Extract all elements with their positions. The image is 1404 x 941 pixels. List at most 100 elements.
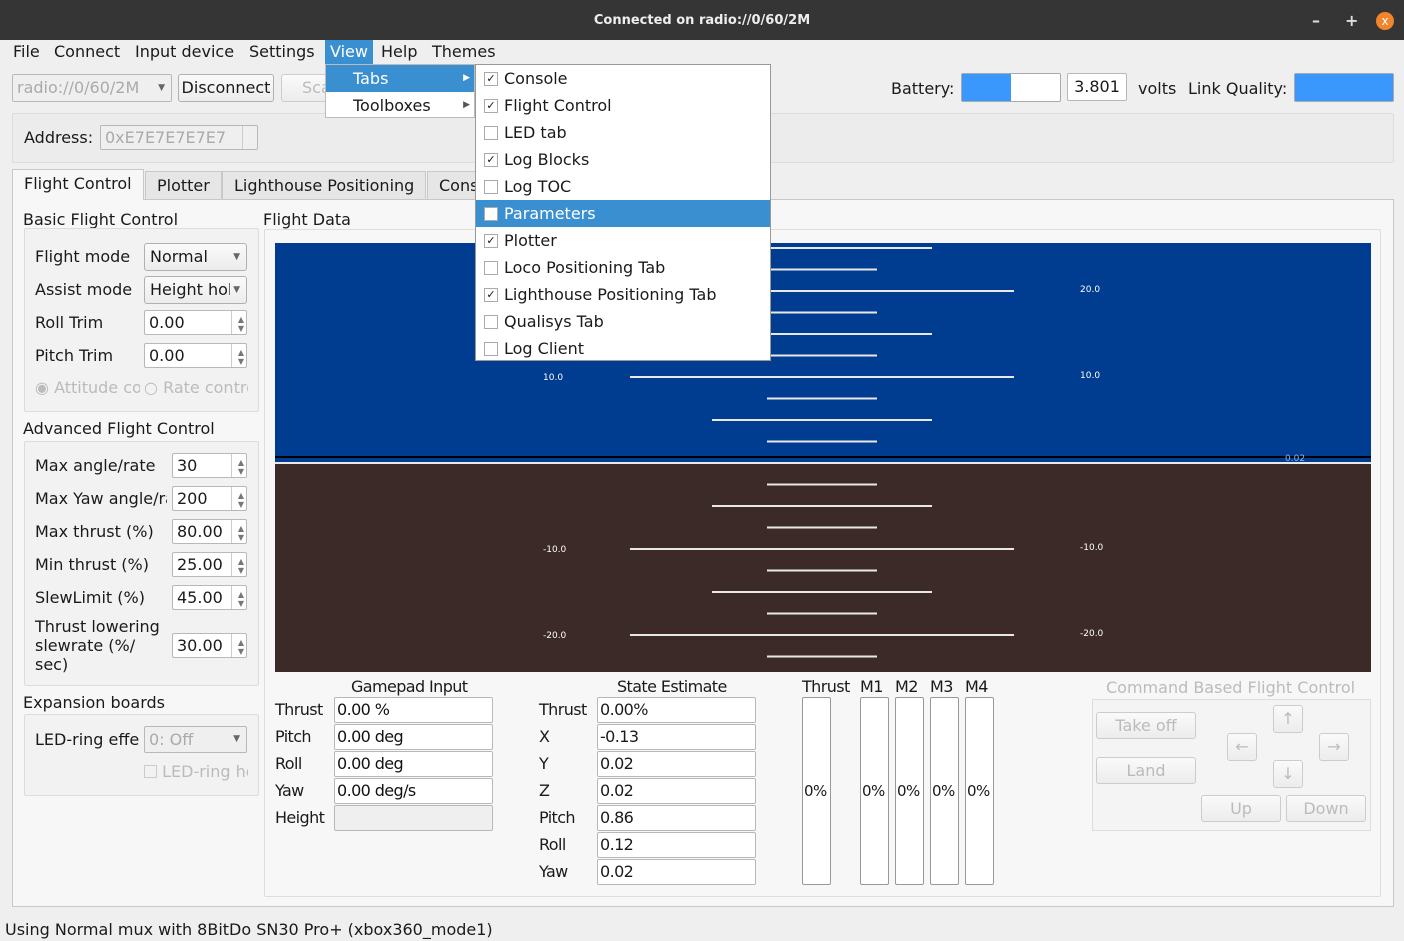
- rate-radio[interactable]: ○ Rate control: [144, 378, 248, 397]
- advanced-label: Max angle/rate: [35, 456, 156, 475]
- expansion-title: Expansion boards: [23, 693, 166, 712]
- led-ring-select[interactable]: 0: Off ▼: [144, 726, 247, 753]
- land-button[interactable]: Land: [1096, 757, 1196, 784]
- uri-combo[interactable]: radio://0/60/2M ▼: [12, 74, 172, 102]
- gamepad-label: Yaw: [275, 781, 304, 800]
- spin-arrows-icon[interactable]: ▲ ▼: [238, 638, 244, 656]
- take-off-button[interactable]: Take off: [1096, 712, 1196, 739]
- spin-arrows-icon[interactable]: ▲ ▼: [238, 590, 244, 608]
- menu-item-tab[interactable]: Log TOC: [476, 173, 770, 200]
- state-field: 0.02: [597, 751, 756, 777]
- roll-trim-input[interactable]: 0.00 ▲ ▼: [144, 310, 247, 335]
- close-button[interactable]: x: [1376, 12, 1394, 30]
- minimize-button[interactable]: –: [1312, 11, 1320, 30]
- forward-button[interactable]: ↑: [1273, 705, 1303, 733]
- link-quality-bar: [1294, 73, 1394, 102]
- advanced-input[interactable]: 30 ▲ ▼: [172, 453, 247, 478]
- menu-item-tabs[interactable]: Tabs ▶: [326, 65, 474, 92]
- attitude-radio[interactable]: ◉ Attitude control: [35, 378, 140, 397]
- link-quality-label: Link Quality:: [1188, 79, 1288, 98]
- menu-item-tab[interactable]: Log Client: [476, 335, 770, 362]
- advanced-label: Min thrust (%): [35, 555, 149, 574]
- spin-arrows-icon[interactable]: ▲ ▼: [238, 315, 244, 333]
- motor-bar: 0%: [965, 697, 994, 885]
- checkbox-checked-icon: ✓: [484, 234, 498, 248]
- menu-item-tab[interactable]: ✓ Lighthouse Positioning Tab: [476, 281, 770, 308]
- menu-connect[interactable]: Connect: [49, 40, 125, 64]
- spin-arrows-icon[interactable]: ▲ ▼: [238, 557, 244, 575]
- menu-item-tab[interactable]: Parameters: [476, 200, 770, 227]
- menu-settings[interactable]: Settings: [244, 40, 320, 64]
- chevron-right-icon: ▶: [463, 73, 470, 83]
- advanced-input[interactable]: 30.00 ▲ ▼: [172, 633, 247, 658]
- gamepad-label: Thrust: [275, 700, 323, 719]
- menu-input-device[interactable]: Input device: [130, 40, 239, 64]
- spin-arrows-icon[interactable]: ▲ ▼: [238, 491, 244, 509]
- checkbox-icon: [484, 207, 498, 221]
- pitch-trim-input[interactable]: 0.00 ▲ ▼: [144, 343, 247, 368]
- address-input[interactable]: 0xE7E7E7E7E7: [100, 125, 258, 150]
- menu-item-label: Parameters: [504, 204, 596, 223]
- state-label: Thrust: [539, 700, 587, 719]
- menu-item-tab[interactable]: ✓ Flight Control: [476, 92, 770, 119]
- menu-item-tab[interactable]: ✓ Console: [476, 65, 770, 92]
- roll-trim-label: Roll Trim: [35, 313, 104, 332]
- advanced-input[interactable]: 80.00 ▲ ▼: [172, 519, 247, 544]
- chevron-down-icon: ▼: [158, 83, 165, 93]
- disconnect-button[interactable]: Disconnect: [178, 74, 274, 102]
- spin-arrows-icon[interactable]: ▲ ▼: [238, 348, 244, 366]
- menu-item-tab[interactable]: LED tab: [476, 119, 770, 146]
- spin-arrows-icon[interactable]: ▲ ▼: [238, 524, 244, 542]
- advanced-label: Max Yaw angle/rate: [35, 489, 167, 508]
- menu-item-tab[interactable]: Loco Positioning Tab: [476, 254, 770, 281]
- menu-help[interactable]: Help: [376, 40, 422, 64]
- altitude-label: 0.02: [1285, 454, 1305, 464]
- advanced-label: Thrust lowering slewrate (%/ sec): [35, 617, 160, 674]
- gamepad-label: Height: [275, 808, 325, 827]
- down-button[interactable]: Down: [1286, 795, 1366, 822]
- up-button[interactable]: Up: [1201, 795, 1281, 822]
- rate-label: Rate control: [163, 378, 248, 397]
- pitch-trim-label: Pitch Trim: [35, 346, 114, 365]
- maximize-button[interactable]: +: [1345, 11, 1358, 30]
- menu-file[interactable]: File: [8, 40, 45, 64]
- advanced-input[interactable]: 25.00 ▲ ▼: [172, 552, 247, 577]
- tab-lighthouse-positioning[interactable]: Lighthouse Positioning: [222, 171, 427, 199]
- menu-item-tab[interactable]: ✓ Log Blocks: [476, 146, 770, 173]
- menu-item-toolboxes[interactable]: Toolboxes ▶: [326, 92, 474, 119]
- motor-label: M2: [895, 677, 918, 696]
- tab-flight-control[interactable]: Flight Control: [12, 169, 144, 200]
- advanced-input[interactable]: 200 ▲ ▼: [172, 486, 247, 511]
- left-button[interactable]: ←: [1227, 733, 1257, 761]
- tab-plotter[interactable]: Plotter: [145, 171, 222, 199]
- led-ring-value: 0: Off: [149, 730, 194, 749]
- advanced-title: Advanced Flight Control: [23, 419, 215, 438]
- pitch-label-right: -10.0: [1080, 543, 1104, 553]
- menu-view[interactable]: View: [325, 40, 373, 64]
- checkbox-checked-icon: ✓: [484, 288, 498, 302]
- chevron-down-icon: ▼: [233, 285, 240, 295]
- checkbox-checked-icon: ✓: [484, 72, 498, 86]
- assist-mode-select[interactable]: Height hold▼: [144, 276, 247, 304]
- advanced-value: 80.00: [177, 522, 223, 541]
- menu-item-tab[interactable]: Qualisys Tab: [476, 308, 770, 335]
- right-button[interactable]: →: [1319, 733, 1349, 761]
- spin-arrows-icon[interactable]: ▲ ▼: [238, 458, 244, 476]
- checkbox-checked-icon: ✓: [484, 99, 498, 113]
- advanced-input[interactable]: 45.00 ▲ ▼: [172, 585, 247, 610]
- led-ring-label: LED-ring effect: [35, 730, 139, 749]
- pitch-label-left: -10.0: [543, 545, 567, 555]
- motor-bar: 0%: [860, 697, 889, 885]
- led-headlight-checkbox[interactable]: LED-ring headlight: [144, 762, 248, 781]
- back-button[interactable]: ↓: [1273, 760, 1303, 788]
- flight-mode-select[interactable]: Normal ▼: [144, 243, 247, 271]
- gamepad-label: Pitch: [275, 727, 312, 746]
- motor-label: Thrust: [802, 677, 850, 696]
- checkbox-checked-icon: ✓: [484, 153, 498, 167]
- menu-themes[interactable]: Themes: [427, 40, 501, 64]
- state-field: -0.13: [597, 724, 756, 750]
- battery-fill: [962, 74, 1011, 101]
- menu-item-tab[interactable]: ✓ Plotter: [476, 227, 770, 254]
- checkbox-icon: [484, 315, 498, 329]
- state-label: Yaw: [539, 862, 568, 881]
